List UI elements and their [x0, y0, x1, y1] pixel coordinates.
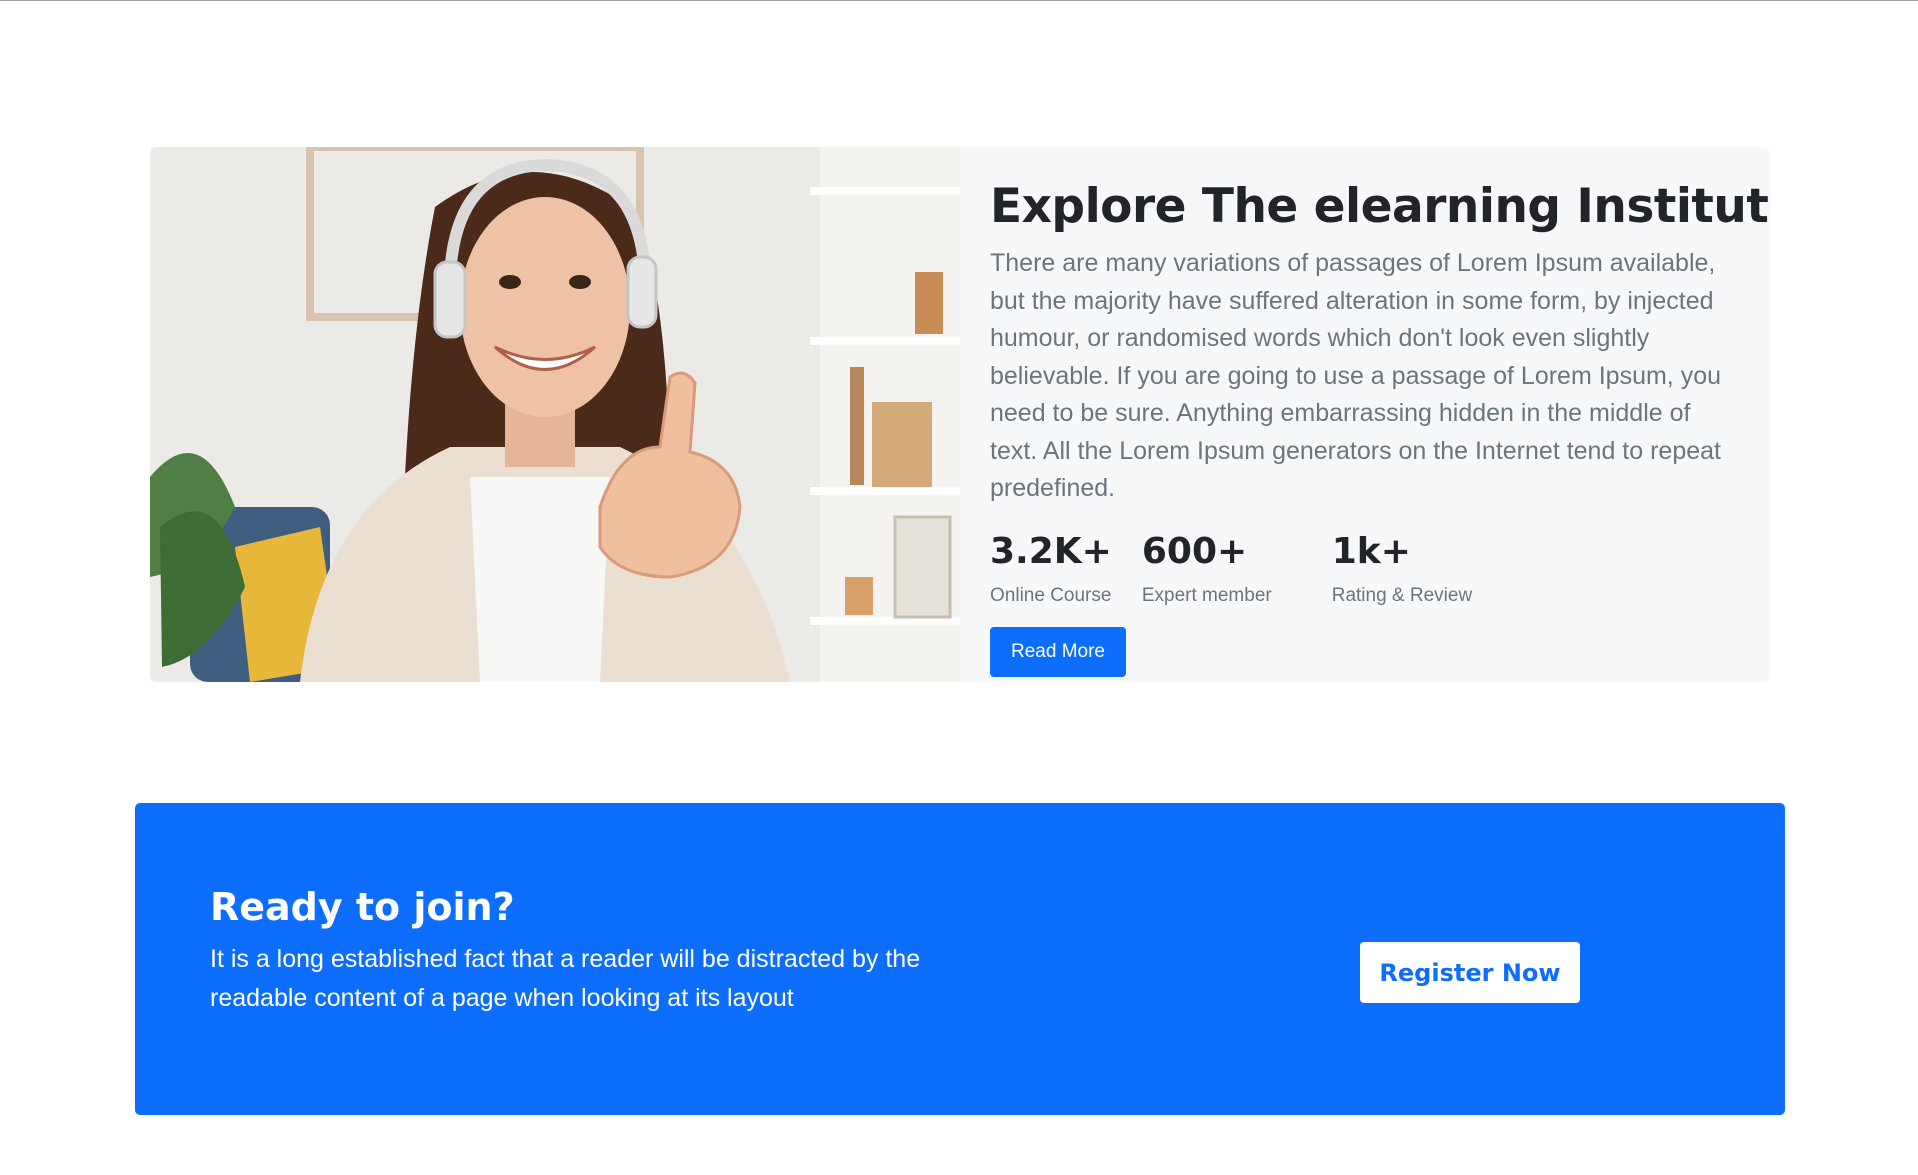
stat-value: 1k+: [1331, 530, 1411, 572]
about-content: Explore The elearning Institute There ar…: [960, 147, 1770, 682]
cta-banner: Ready to join? It is a long established …: [135, 803, 1785, 1115]
student-photo: [150, 147, 960, 682]
stat-rating-review: 1k+ Rating & Review: [1332, 530, 1472, 607]
stat-value: 3.2K+: [990, 530, 1112, 572]
stat-value: 600+: [1141, 530, 1248, 572]
about-section: Explore The elearning Institute There ar…: [150, 147, 1770, 682]
top-divider: [0, 0, 1918, 1]
about-description: There are many variations of passages of…: [990, 249, 1722, 503]
cta-title: Ready to join?: [210, 885, 515, 929]
stat-label: Rating & Review: [1331, 585, 1473, 607]
stat-label: Expert member: [1141, 585, 1272, 607]
stat-label: Online Course: [990, 585, 1112, 607]
stat-online-course: 3.2K+ Online Course: [990, 530, 1112, 607]
stat-expert-member: 600+ Expert member: [1142, 530, 1272, 607]
stats-row: 3.2K+ Online Course 600+ Expert member 1…: [990, 530, 1770, 607]
about-title: Explore The elearning Institute: [990, 179, 1770, 234]
cta-text: It is a long established fact that a rea…: [210, 945, 921, 1012]
read-more-button[interactable]: Read More: [990, 627, 1126, 678]
register-now-button[interactable]: Register Now: [1360, 942, 1580, 1003]
